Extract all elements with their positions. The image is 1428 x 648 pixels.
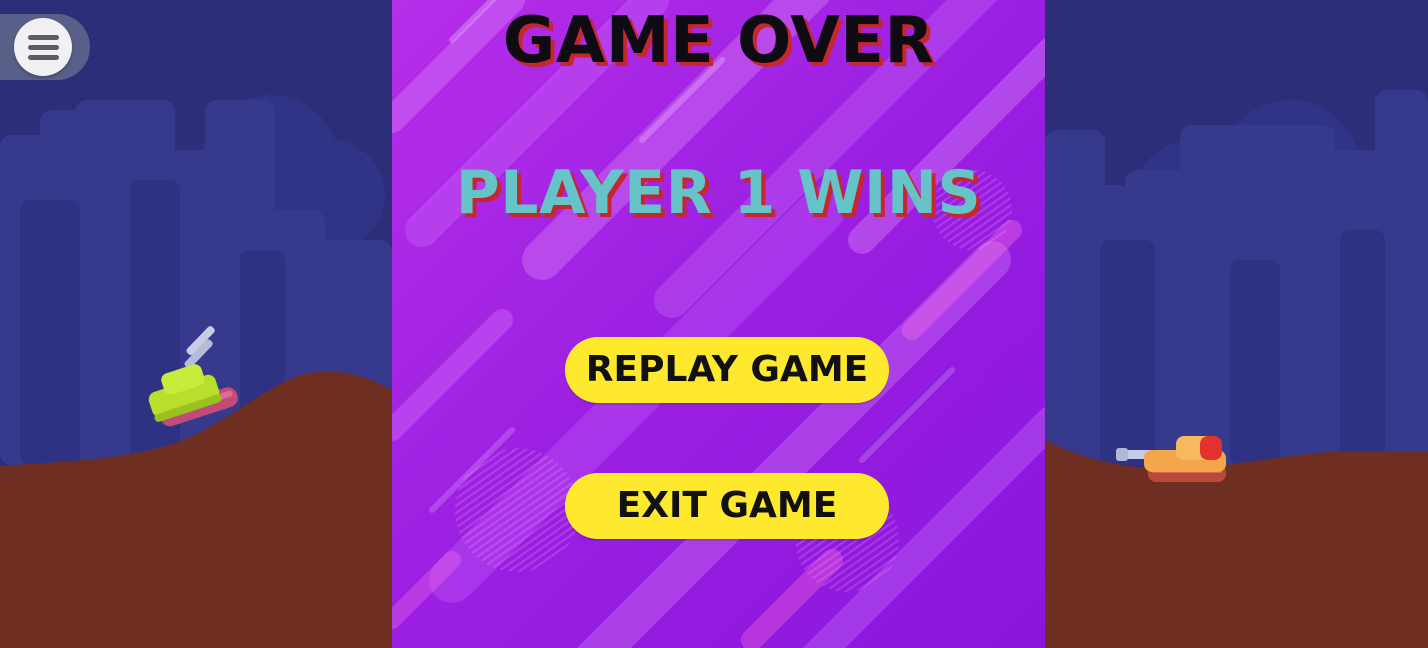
winner-message: PLAYER 1 WINS <box>455 158 982 228</box>
decorative-hatched-circle <box>455 448 579 572</box>
game-over-title: GAME OVER <box>502 4 935 78</box>
game-over-panel: GAME OVER PLAYER 1 WINS REPLAY GAME EXIT… <box>392 0 1045 648</box>
replay-game-button[interactable]: REPLAY GAME <box>565 337 889 403</box>
menu-button[interactable] <box>0 14 90 80</box>
hamburger-menu-icon[interactable] <box>14 18 72 76</box>
city-skyline-right-back <box>1100 230 1385 465</box>
exit-game-button[interactable]: EXIT GAME <box>565 473 889 539</box>
game-screen: GAME OVER PLAYER 1 WINS REPLAY GAME EXIT… <box>0 0 1428 648</box>
panel-background <box>392 0 1045 648</box>
terrain-right <box>1045 440 1428 648</box>
